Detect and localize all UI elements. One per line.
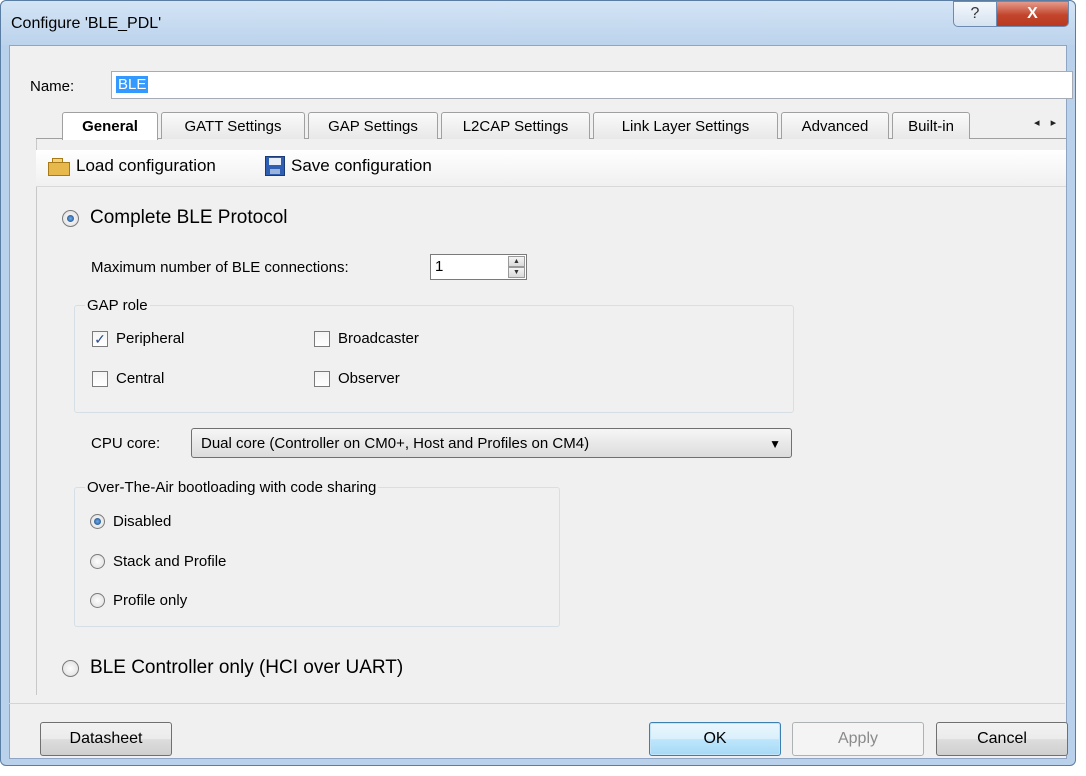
broadcaster-label: Broadcaster	[338, 330, 419, 347]
peripheral-label: Peripheral	[116, 330, 185, 347]
ota-title: Over-The-Air bootloading with code shari…	[85, 479, 379, 496]
tab-label: General	[82, 118, 138, 135]
tab-label: GATT Settings	[184, 117, 282, 135]
close-icon: X	[1027, 5, 1038, 22]
max-connections-value: 1	[435, 258, 444, 275]
name-input-value: BLE	[116, 76, 149, 93]
config-toolbar: Load configuration Save configuration	[36, 150, 1066, 187]
tab-scroll-arrows-icon[interactable]: ◂ ▸	[1034, 116, 1060, 129]
folder-open-icon	[48, 158, 70, 176]
tab-l2cap-settings[interactable]: L2CAP Settings	[441, 112, 590, 139]
cancel-button[interactable]: Cancel	[936, 722, 1068, 756]
radio-indicator	[90, 554, 105, 569]
gap-role-title: GAP role	[85, 297, 150, 314]
tab-label: GAP Settings	[328, 117, 418, 135]
peripheral-checkbox[interactable]: ✓ Peripheral	[92, 330, 184, 347]
max-connections-stepper[interactable]: 1 ▲ ▼	[430, 254, 527, 280]
ota-disabled-label: Disabled	[113, 513, 172, 530]
tab-label: Advanced	[801, 117, 869, 135]
load-configuration-button[interactable]: Load configuration	[48, 156, 216, 176]
tab-gatt-settings[interactable]: GATT Settings	[161, 112, 305, 139]
observer-label: Observer	[338, 370, 400, 387]
ota-profile-only-label: Profile only	[113, 592, 188, 609]
observer-checkbox[interactable]: Observer	[314, 370, 400, 387]
window-title: Configure 'BLE_PDL'	[11, 15, 162, 32]
chevron-down-icon: ▼	[769, 437, 781, 451]
load-configuration-label: Load configuration	[76, 156, 216, 175]
save-configuration-button[interactable]: Save configuration	[265, 156, 432, 176]
central-checkbox[interactable]: Central	[92, 370, 164, 387]
cpu-core-label: CPU core:	[91, 435, 161, 452]
complete-ble-radio[interactable]: Complete BLE Protocol	[62, 207, 288, 229]
radio-indicator	[62, 209, 79, 227]
radio-indicator	[90, 593, 105, 608]
radio-indicator	[90, 514, 105, 529]
gap-role-group	[74, 305, 794, 413]
footer-divider	[9, 703, 1065, 704]
datasheet-button[interactable]: Datasheet	[40, 722, 172, 756]
spin-down-icon[interactable]: ▼	[508, 267, 525, 278]
central-label: Central	[116, 370, 165, 387]
tab-gap-settings[interactable]: GAP Settings	[308, 112, 438, 139]
checkbox-box	[314, 370, 330, 387]
checkbox-box	[92, 370, 108, 387]
ota-disabled-radio[interactable]: Disabled	[90, 513, 171, 530]
apply-button[interactable]: Apply	[792, 722, 924, 756]
floppy-disk-icon	[265, 156, 285, 176]
cpu-core-select[interactable]: Dual core (Controller on CM0+, Host and …	[191, 428, 792, 458]
cpu-core-value: Dual core (Controller on CM0+, Host and …	[201, 435, 590, 452]
ota-stack-profile-label: Stack and Profile	[113, 553, 227, 570]
close-button[interactable]: X	[996, 1, 1069, 27]
checkmark-icon: ✓	[92, 330, 108, 347]
help-icon: ?	[970, 5, 980, 22]
spin-up-icon[interactable]: ▲	[508, 256, 525, 267]
hci-controller-radio[interactable]: BLE Controller only (HCI over UART)	[62, 657, 403, 679]
tab-advanced[interactable]: Advanced	[781, 112, 889, 139]
broadcaster-checkbox[interactable]: Broadcaster	[314, 330, 419, 347]
radio-indicator	[62, 659, 79, 677]
title-bar[interactable]: Configure 'BLE_PDL' ? X	[1, 1, 1075, 45]
tab-label: Link Layer Settings	[621, 117, 750, 135]
tab-link-layer-settings[interactable]: Link Layer Settings	[593, 112, 778, 139]
name-input[interactable]: BLE	[111, 71, 1073, 99]
tab-built-in[interactable]: Built-in	[892, 112, 970, 139]
save-configuration-label: Save configuration	[291, 156, 432, 175]
help-button[interactable]: ?	[953, 1, 997, 27]
max-connections-label: Maximum number of BLE connections:	[91, 259, 349, 276]
checkbox-box	[314, 330, 330, 347]
ota-stack-profile-radio[interactable]: Stack and Profile	[90, 553, 226, 570]
ok-button[interactable]: OK	[649, 722, 781, 756]
ota-profile-only-radio[interactable]: Profile only	[90, 592, 187, 609]
tab-label: L2CAP Settings	[462, 117, 569, 135]
tab-general[interactable]: General	[62, 112, 158, 140]
hci-controller-label: BLE Controller only (HCI over UART)	[90, 657, 404, 678]
name-label: Name:	[30, 78, 75, 95]
complete-ble-label: Complete BLE Protocol	[90, 207, 288, 228]
tab-label: Built-in	[908, 117, 954, 135]
